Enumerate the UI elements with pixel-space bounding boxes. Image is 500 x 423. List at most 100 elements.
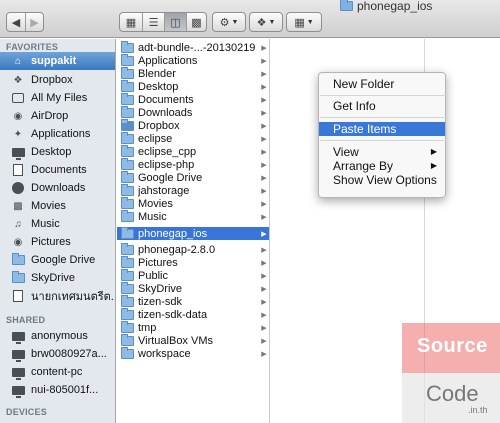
coverflow-view-button[interactable]: ▩ [186,13,206,31]
sidebar-item-anonymous[interactable]: anonymous [0,327,115,345]
sidebar-item-document[interactable]: นายกเทศมนตรีต... [0,287,115,305]
list-item[interactable]: eclipse ▶ [117,131,269,145]
window-title: phonegap_ios [340,0,432,14]
music-icon: ♫ [14,218,22,230]
menu-separator [320,117,446,118]
folder-icon [11,271,25,285]
sidebar: FAVORITES ⌂ suppakit ❖ Dropbox All My File… [0,39,116,423]
list-item[interactable]: Dropbox ▶ [117,118,269,132]
list-item[interactable]: eclipse-php ▶ [117,157,269,171]
dropbox-icon: ❖ [256,16,267,29]
chevron-right-icon: ▶ [261,200,267,208]
chevron-right-icon: ▶ [261,109,267,117]
sidebar-item-nui[interactable]: nui-805001f... [0,381,115,399]
folder-icon [340,0,353,11]
sidebar-item-all-my-files[interactable]: All My Files [0,89,115,107]
chevron-down-icon: ▼ [306,18,314,26]
sidebar-item-content-pc[interactable]: content-pc [0,363,115,381]
sidebar-item-music[interactable]: ♫ Music [0,215,115,233]
list-view-button[interactable]: ☰ [142,13,164,31]
arrange-button[interactable]: ▦ ▼ [286,12,322,32]
documents-icon [11,164,25,177]
list-item[interactable]: adt-bundle-...-20130219 ▶ [117,40,269,54]
action-button[interactable]: ⚙ ▼ [212,12,246,32]
list-item[interactable]: phonegap-2.8.0 ▶ [117,242,269,256]
chevron-left-icon: ◀ [11,16,21,29]
folder-icon [121,196,134,209]
menu-item-view[interactable]: View ▶ [319,145,445,159]
files-icon [11,92,25,105]
sidebar-item-documents[interactable]: Documents [0,161,115,179]
folder-icon [121,320,134,333]
chevron-right-icon: ▶ [261,350,267,358]
list-item[interactable]: tmp ▶ [117,320,269,334]
chevron-right-icon: ▶ [261,122,267,130]
list-item[interactable]: Downloads ▶ [117,105,269,119]
chevron-right-icon: ▶ [261,272,267,280]
folder-icon [121,170,134,183]
list-item[interactable]: VirtualBox VMs ▶ [117,333,269,347]
list-item[interactable]: eclipse_cpp ▶ [117,144,269,158]
list-item[interactable]: jahstorage ▶ [117,183,269,197]
menu-item-get-info[interactable]: Get Info [319,99,445,113]
list-item[interactable]: Blender ▶ [117,66,269,80]
chevron-right-icon: ▶ [30,16,39,29]
menu-item-new-folder[interactable]: New Folder [319,77,445,91]
folder-icon [121,183,134,196]
list-item[interactable]: Movies ▶ [117,196,269,210]
sidebar-item-airdrop[interactable]: ◉ AirDrop [0,107,115,125]
context-menu: New Folder Get Info Paste Items View ▶ Ar… [318,72,446,198]
list-item[interactable]: Music ▶ [117,209,269,223]
list-item[interactable]: SkyDrive ▶ [117,281,269,295]
sidebar-item-pictures[interactable]: ◉ Pictures [0,233,115,251]
sidebar-item-desktop[interactable]: Desktop [0,143,115,161]
computer-icon [11,330,25,344]
folder-icon [121,281,134,294]
menu-item-paste-items[interactable]: Paste Items [319,122,445,136]
movies-icon: ▩ [13,200,23,212]
folder-icon [121,53,134,66]
chevron-right-icon: ▶ [261,246,267,254]
chevron-right-icon: ▶ [261,213,267,221]
dropbox-folder-icon [121,118,134,131]
back-button[interactable]: ◀ [7,13,25,31]
sidebar-item-dropbox[interactable]: ❖ Dropbox [0,71,115,89]
list-item[interactable]: tizen-sdk ▶ [117,294,269,308]
list-item[interactable]: Desktop ▶ [117,79,269,93]
forward-button[interactable]: ▶ [25,13,43,31]
icon-view-icon: ▦ [125,16,137,29]
list-item[interactable]: workspace ▶ [117,346,269,360]
menu-item-show-view-options[interactable]: Show View Options [319,173,445,187]
chevron-down-icon: ▼ [231,18,239,26]
view-mode-segmented: ▦ ☰ ◫ ▩ [119,12,207,32]
folder-icon [121,105,134,118]
list-item[interactable]: Documents ▶ [117,92,269,106]
chevron-right-icon: ▶ [261,187,267,195]
list-item[interactable]: Google Drive ▶ [117,170,269,184]
coverflow-view-icon: ▩ [191,16,202,29]
sidebar-item-google-drive[interactable]: Google Drive [0,251,115,269]
list-item[interactable]: Public ▶ [117,268,269,282]
list-item-selected[interactable]: phonegap_ios ▶ [117,226,269,240]
menu-separator [320,95,446,96]
grid-icon: ▦ [294,16,305,29]
sidebar-item-suppakit[interactable]: ⌂ suppakit [0,52,115,70]
icon-view-button[interactable]: ▦ [120,13,142,31]
sidebar-item-brw[interactable]: brw0080927a... [0,345,115,363]
sidebar-item-applications[interactable]: ✦ Applications [0,125,115,143]
sidebar-item-downloads[interactable]: Downloads [0,179,115,197]
watermark-source: Source [402,323,500,373]
dropbox-button[interactable]: ❖ ▼ [249,12,283,32]
folder-icon [121,66,134,79]
menu-item-arrange-by[interactable]: Arrange By ▶ [319,159,445,173]
folder-icon [121,131,134,144]
folder-icon [121,226,134,239]
chevron-right-icon: ▶ [261,298,267,306]
list-item[interactable]: tizen-sdk-data ▶ [117,307,269,321]
sidebar-item-movies[interactable]: ▩ Movies [0,197,115,215]
browser-column-1: adt-bundle-...-20130219 ▶ Applications ▶ B… [117,39,270,423]
sidebar-item-skydrive[interactable]: SkyDrive [0,269,115,287]
column-view-button[interactable]: ◫ [164,13,186,31]
list-item[interactable]: Applications ▶ [117,53,269,67]
list-item[interactable]: Pictures ▶ [117,255,269,269]
